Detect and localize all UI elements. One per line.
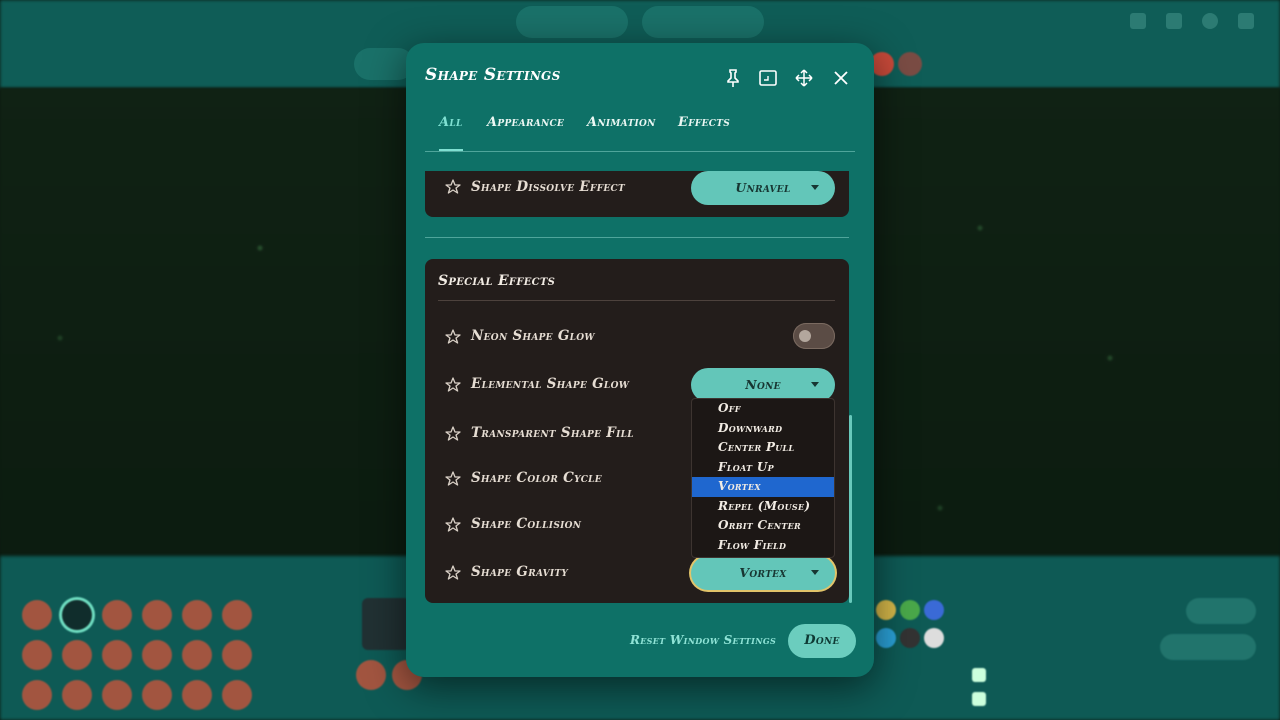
- bg-shape-12: [222, 640, 252, 670]
- toggle-knob: [799, 330, 811, 342]
- bg-shape-13: [22, 680, 52, 710]
- bg-shape-15: [102, 680, 132, 710]
- bg-swatch-3: [924, 600, 944, 620]
- bg-swatch-5: [900, 628, 920, 648]
- bg-shape-17: [182, 680, 212, 710]
- bg-shape-9: [102, 640, 132, 670]
- bg-icon-2: [1166, 13, 1182, 29]
- dropdown-option-vortex[interactable]: Vortex: [692, 477, 834, 497]
- new-shape-button: [516, 6, 628, 38]
- elemental-shape-glow-select[interactable]: None: [691, 368, 835, 402]
- star-icon[interactable]: [445, 517, 461, 533]
- bg-swatch-1: [876, 600, 896, 620]
- bg-shape-3: [102, 600, 132, 630]
- close-icon[interactable]: [830, 67, 852, 89]
- select-value: Vortex: [739, 565, 787, 580]
- bg-icon-1: [1130, 13, 1146, 29]
- tab-appearance[interactable]: Appearance: [487, 115, 564, 149]
- bg-shape-7: [22, 640, 52, 670]
- bg-swatch-4: [876, 628, 896, 648]
- star-icon[interactable]: [445, 179, 461, 195]
- dropdown-option-downward[interactable]: Downward: [692, 419, 834, 439]
- section-divider: [425, 237, 849, 238]
- shape-gravity-select[interactable]: Vortex: [691, 556, 835, 590]
- bg-shape-14: [62, 680, 92, 710]
- window-icon[interactable]: [757, 67, 779, 89]
- select-value: Unravel: [735, 180, 791, 195]
- neon-shape-glow-toggle[interactable]: [793, 323, 835, 349]
- chevron-down-icon: [811, 382, 819, 387]
- bg-shape-8: [62, 640, 92, 670]
- pin-icon[interactable]: [722, 67, 744, 89]
- bg-icon-3: [1202, 13, 1218, 29]
- bg-shape-1: [22, 600, 52, 630]
- star-icon[interactable]: [445, 377, 461, 393]
- import-mesh-button: [642, 6, 764, 38]
- bg-checkbox-2: [972, 692, 986, 706]
- scrollbar-thumb[interactable]: [849, 415, 852, 603]
- section-title-underline: [438, 300, 835, 301]
- dropdown-option-orbit-center[interactable]: Orbit Center: [692, 516, 834, 536]
- bg-icon-4: [1238, 13, 1254, 29]
- star-icon[interactable]: [445, 565, 461, 581]
- bg-shape-6: [222, 600, 252, 630]
- done-button[interactable]: Done: [788, 624, 856, 658]
- star-icon[interactable]: [445, 329, 461, 345]
- effects-card-top: Shape Dissolve Effect Unravel: [425, 171, 849, 217]
- shape-color-cycle-label: Shape Color Cycle: [471, 470, 602, 486]
- bg-shape-10: [142, 640, 172, 670]
- dropdown-option-float-up[interactable]: Float Up: [692, 458, 834, 478]
- shape-gravity-dropdown: Off Downward Center Pull Float Up Vortex…: [691, 398, 835, 558]
- bg-swatch-6: [924, 628, 944, 648]
- shape-dissolve-effect-select[interactable]: Unravel: [691, 171, 835, 205]
- dropdown-option-center-pull[interactable]: Center Pull: [692, 438, 834, 458]
- select-value: None: [745, 377, 781, 392]
- elemental-shape-glow-label: Elemental Shape Glow: [471, 376, 630, 392]
- bg-texture-preview: [362, 598, 410, 650]
- bg-toggle-group: [1160, 634, 1256, 660]
- dropdown-option-repel-mouse[interactable]: Repel (Mouse): [692, 497, 834, 517]
- shape-settings-dialog: Shape Settings All Appearance Animation …: [406, 43, 874, 677]
- bg-shape-4: [142, 600, 172, 630]
- chevron-down-icon: [811, 185, 819, 190]
- shape-dissolve-effect-label: Shape Dissolve Effect: [471, 179, 626, 195]
- section-title: Special Effects: [438, 273, 556, 289]
- bg-shape-11: [182, 640, 212, 670]
- bg-shape-5: [182, 600, 212, 630]
- tab-all[interactable]: All: [439, 115, 463, 151]
- star-icon[interactable]: [445, 426, 461, 442]
- bg-shape-2: [62, 600, 92, 630]
- bg-swatch-2: [900, 600, 920, 620]
- bg-toolbar-pill: [354, 48, 414, 80]
- bg-stepper: [1186, 598, 1256, 624]
- bg-dot-2: [898, 52, 922, 76]
- dropdown-option-off[interactable]: Off: [692, 399, 834, 419]
- tab-effects[interactable]: Effects: [678, 115, 730, 149]
- dropdown-option-flow-field[interactable]: Flow Field: [692, 536, 834, 556]
- bg-shape-18: [222, 680, 252, 710]
- chevron-down-icon: [811, 570, 819, 575]
- bg-shape-16: [142, 680, 172, 710]
- reset-window-settings-link[interactable]: Reset Window Settings: [630, 633, 776, 647]
- shape-collision-label: Shape Collision: [471, 516, 582, 532]
- bg-checkbox-1: [972, 668, 986, 682]
- bg-tex-btn-1: [356, 660, 386, 690]
- shape-gravity-label: Shape Gravity: [471, 564, 569, 580]
- star-icon[interactable]: [445, 471, 461, 487]
- move-icon[interactable]: [793, 67, 815, 89]
- tab-animation[interactable]: Animation: [587, 115, 656, 149]
- tab-bar: All Appearance Animation Effects: [425, 115, 855, 152]
- dialog-title: Shape Settings: [425, 65, 561, 85]
- transparent-shape-fill-label: Transparent Shape Fill: [471, 425, 634, 441]
- neon-shape-glow-label: Neon Shape Glow: [471, 328, 595, 344]
